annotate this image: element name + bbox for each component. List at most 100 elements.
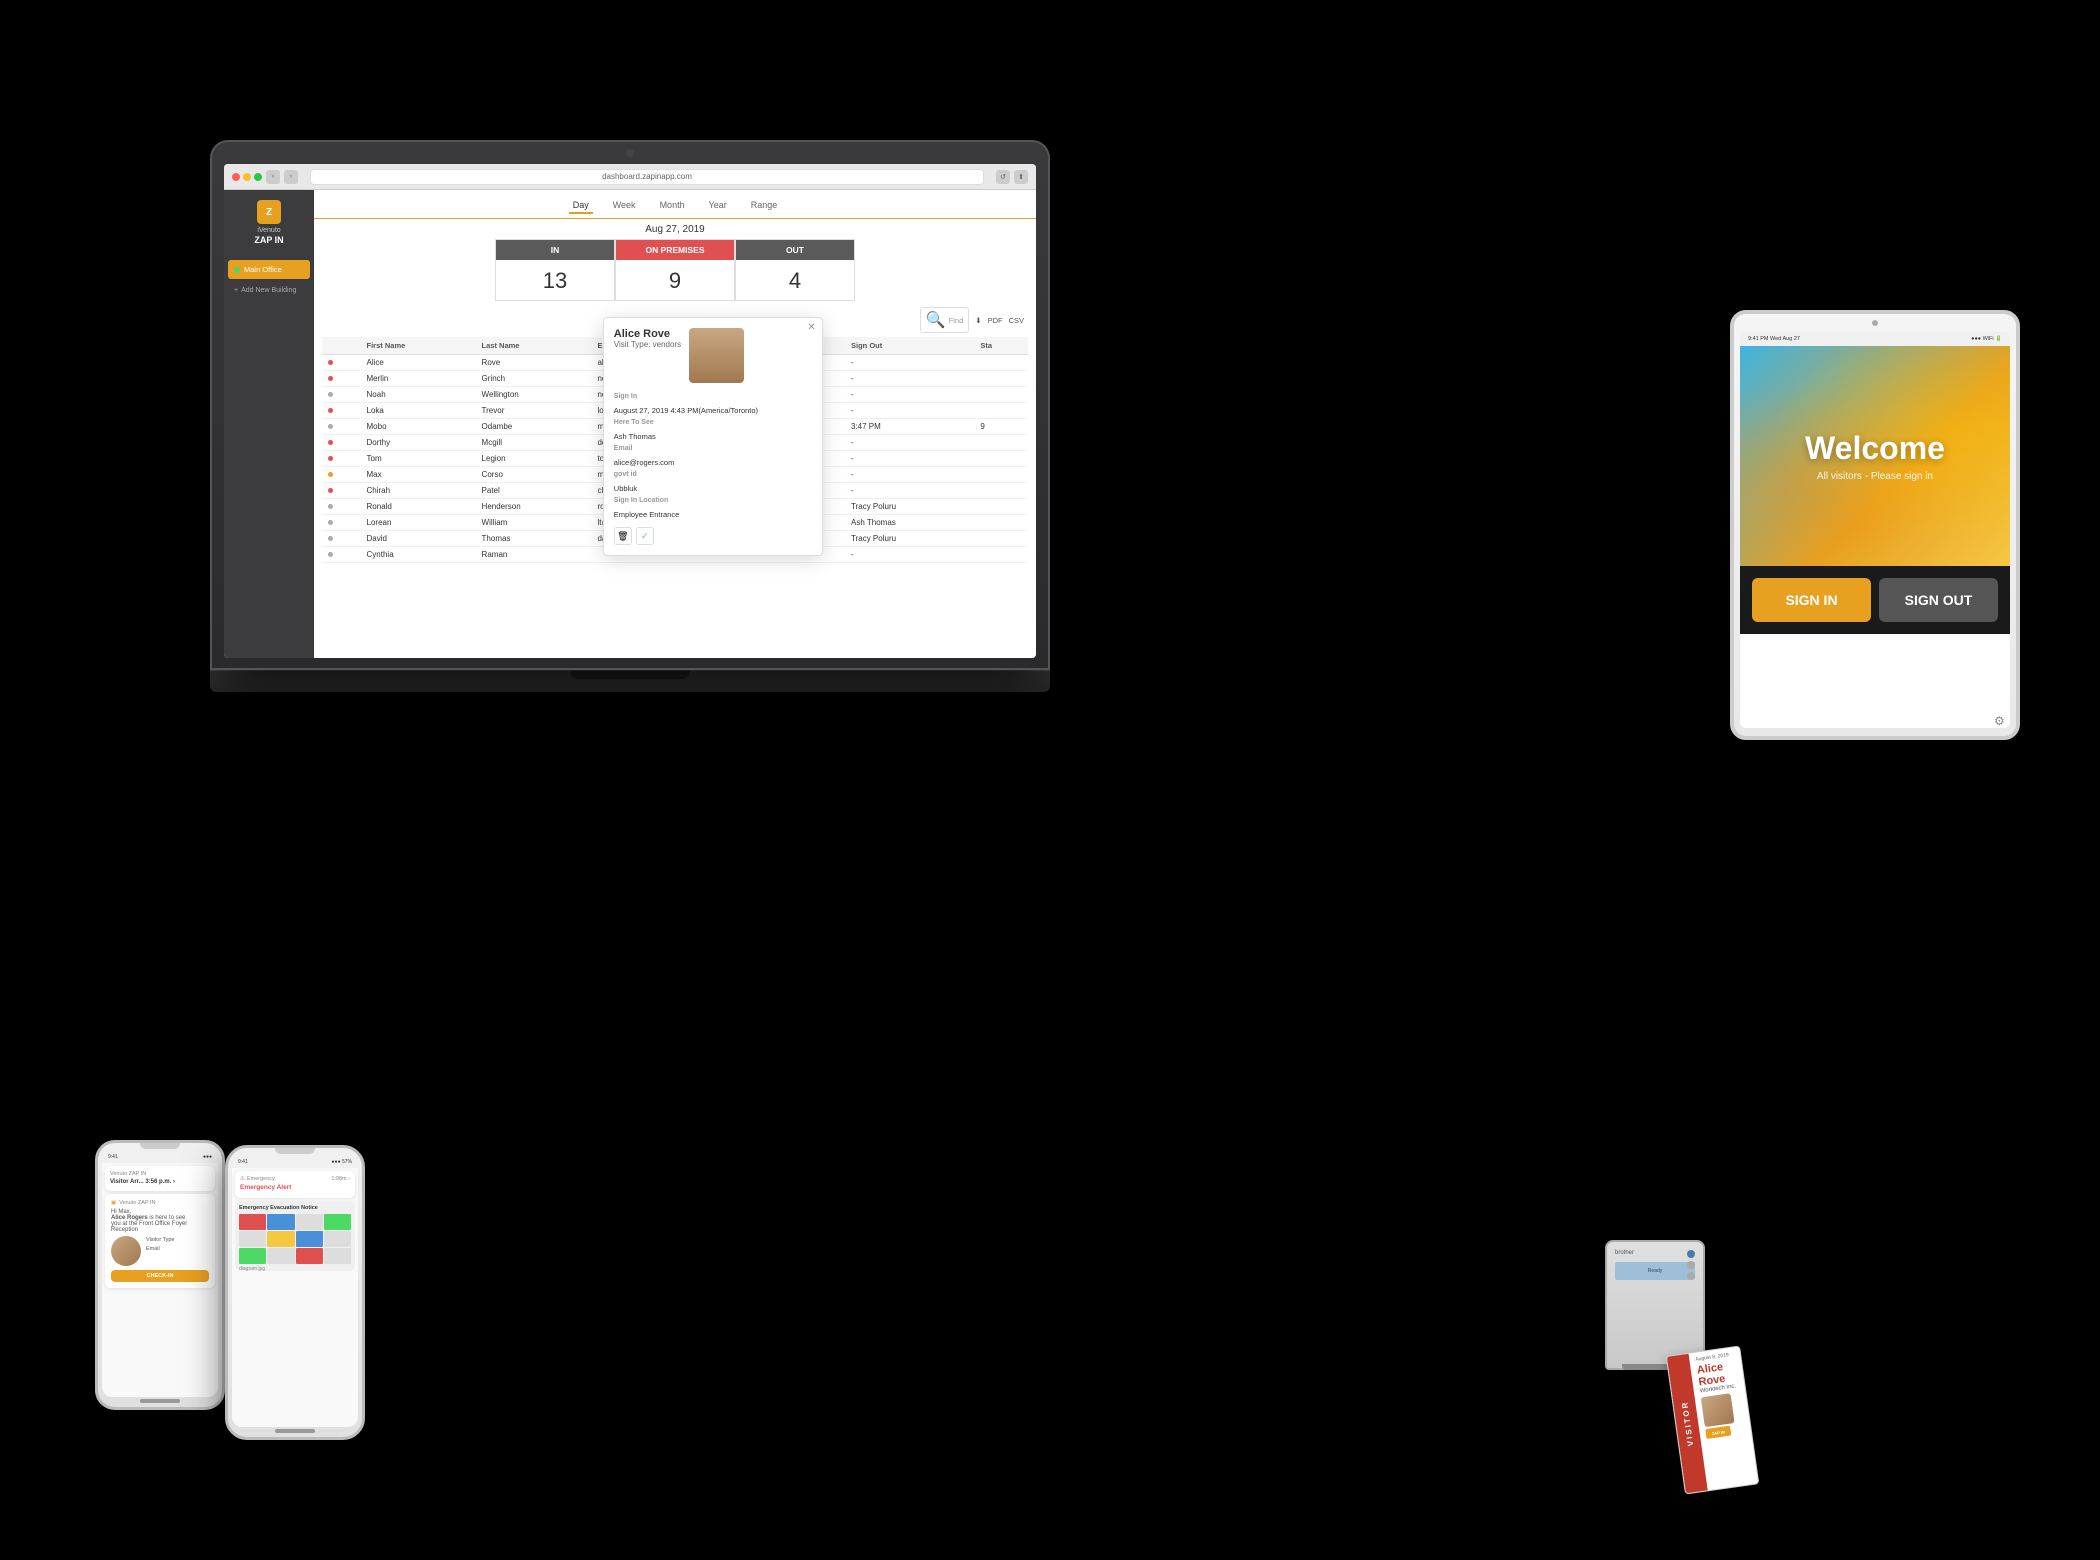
evac-map-filename: diagram.jpg	[239, 1266, 351, 1271]
visitor-popup: ✕ Alice Rove Visit Type: vendors	[603, 317, 823, 556]
delete-button[interactable]: 🗑	[614, 527, 632, 545]
evac-cell	[296, 1248, 323, 1264]
add-building-button[interactable]: + Add New Building	[228, 282, 310, 299]
zapinapp-icon: ▣	[111, 1200, 116, 1206]
row-indicator-cell	[322, 515, 361, 531]
forward-button[interactable]: ›	[284, 170, 298, 184]
row-last-name: William	[476, 515, 592, 531]
url-bar[interactable]: dashboard.zapinapp.com	[310, 169, 984, 185]
row-first-name: Cynthia	[361, 547, 476, 563]
badge-visitor-label: VISITOR	[1680, 1400, 1695, 1447]
evac-cell	[296, 1214, 323, 1230]
printer-power-button[interactable]	[1687, 1250, 1695, 1258]
row-last-name: Odambe	[476, 419, 592, 435]
close-icon[interactable]	[232, 173, 240, 181]
share-button[interactable]: ⬆	[1014, 170, 1028, 184]
laptop: ‹ › dashboard.zapinapp.com ↺ ⬆ Z	[210, 140, 1050, 730]
row-last-name: Mcgill	[476, 435, 592, 451]
notification-hi-text: Hi Max, Alice Rogers is here to see you …	[111, 1209, 209, 1233]
tab-month[interactable]: Month	[656, 198, 689, 214]
row-sign-out: -	[845, 547, 974, 563]
tablet-welcome-subtitle: All visitors - Please sign in	[1817, 471, 1933, 482]
tab-navigation: Day Week Month Year Range	[314, 190, 1036, 219]
download-icon[interactable]: ⬇	[975, 316, 981, 325]
emergency-alert-notification[interactable]: ⚠ Emergency 1:98m › Emergency Alert	[235, 1171, 355, 1198]
check-in-button[interactable]: CHECK-IN	[111, 1270, 209, 1282]
col-last-name[interactable]: Last Name	[476, 337, 592, 355]
popup-visitor-name: Alice Rove	[614, 328, 681, 340]
tab-week[interactable]: Week	[609, 198, 640, 214]
visitor-card-content: Visitor Type Email	[111, 1236, 209, 1266]
visitor-card[interactable]: ▣ Venuto ZAP IN Hi Max, Alice Rogers is …	[105, 1194, 215, 1288]
browser-nav-buttons	[232, 173, 262, 181]
row-first-name: Tom	[361, 451, 476, 467]
pdf-button[interactable]: PDF	[988, 316, 1003, 325]
evac-cell	[267, 1231, 294, 1247]
tablet-status-bar: 9:41 PM Wed Aug 27 ●●● WiFi 🔋	[1740, 332, 2010, 346]
row-first-name: Chirah	[361, 483, 476, 499]
laptop-notch	[570, 671, 690, 679]
tab-year[interactable]: Year	[705, 198, 731, 214]
browser-chrome: ‹ › dashboard.zapinapp.com ↺ ⬆	[224, 164, 1036, 190]
phone-2: 9:41 ●●● 57% ⚠ Emergency 1:98m › Emergen…	[225, 1145, 365, 1440]
popup-close-button[interactable]: ✕	[807, 322, 815, 333]
row-first-name: Noah	[361, 387, 476, 403]
tab-day[interactable]: Day	[569, 198, 593, 214]
maximize-icon[interactable]	[254, 173, 262, 181]
tablet-signin-area: SIGN IN SIGN OUT	[1740, 566, 2010, 634]
row-last-name: Raman	[476, 547, 592, 563]
approve-button[interactable]: ✓	[636, 527, 654, 545]
row-indicator-cell	[322, 435, 361, 451]
row-first-name: Dorthy	[361, 435, 476, 451]
row-last-name: Henderson	[476, 499, 592, 515]
badge-inner: VISITOR August 8, 2019 Alice Rove Workte…	[1666, 1345, 1760, 1494]
row-sign-out: -	[845, 387, 974, 403]
sidebar-logo: Z iVenuto ZAP IN	[224, 190, 314, 254]
col-sign-out[interactable]: Sign Out	[845, 337, 974, 355]
visitor-arrival-notification[interactable]: Venuto ZAP IN Visitor Arr... 3:56 p.m. ›	[105, 1166, 215, 1191]
back-button[interactable]: ‹	[266, 170, 280, 184]
refresh-button[interactable]: ↺	[996, 170, 1010, 184]
col-first-name[interactable]: First Name	[361, 337, 476, 355]
sign-out-button[interactable]: SIGN OUT	[1879, 578, 1998, 622]
evac-cell	[324, 1214, 351, 1230]
printer-cut-button[interactable]	[1687, 1272, 1695, 1280]
laptop-body: ‹ › dashboard.zapinapp.com ↺ ⬆ Z	[210, 140, 1050, 670]
evacuation-map-card[interactable]: Emergency Evacuation Notice diagram.jpg	[235, 1201, 355, 1271]
evac-cell	[296, 1231, 323, 1247]
row-sign-out: 3:47 PM	[845, 419, 974, 435]
settings-gear-icon[interactable]: ⚙	[1994, 714, 2008, 728]
phone-2-home-indicator	[275, 1429, 315, 1433]
row-first-name: Ronald	[361, 499, 476, 515]
notification-title: Visitor Arr... 3:56 p.m. ›	[110, 1179, 210, 1185]
printer-brand-logo: brother	[1615, 1250, 1634, 1256]
row-status	[974, 451, 1028, 467]
phone-1-status-bar: 9:41 ●●●	[102, 1151, 218, 1163]
evac-cell	[267, 1248, 294, 1264]
row-indicator-cell	[322, 499, 361, 515]
evac-cell	[324, 1248, 351, 1264]
row-indicator-cell	[322, 483, 361, 499]
csv-button[interactable]: CSV	[1009, 316, 1024, 325]
emergency-app-label: ⚠ Emergency 1:98m ›	[240, 1176, 350, 1182]
sign-in-button[interactable]: SIGN IN	[1752, 578, 1871, 622]
printer-feed-button[interactable]	[1687, 1261, 1695, 1269]
row-status	[974, 403, 1028, 419]
row-status: 9	[974, 419, 1028, 435]
popup-visit-type: Visit Type: vendors	[614, 340, 681, 349]
tab-range[interactable]: Range	[747, 198, 782, 214]
sidebar-item-main-office[interactable]: Main Office	[228, 260, 310, 279]
col-status[interactable]: Sta	[974, 337, 1028, 355]
row-sign-out: -	[845, 403, 974, 419]
popup-field-signin-location: Sign In Location Employee Entrance	[614, 495, 812, 521]
main-content: Day Week Month Year Range Aug 27, 2019 I…	[314, 190, 1036, 658]
row-sign-out: -	[845, 467, 974, 483]
row-status	[974, 483, 1028, 499]
visitor-face-image	[689, 328, 744, 383]
laptop-screen: ‹ › dashboard.zapinapp.com ↺ ⬆ Z	[224, 164, 1036, 658]
minimize-icon[interactable]	[243, 173, 251, 181]
search-box[interactable]: 🔍 Find	[920, 307, 970, 333]
row-status	[974, 355, 1028, 371]
row-first-name: Lorean	[361, 515, 476, 531]
laptop-camera	[626, 149, 634, 157]
